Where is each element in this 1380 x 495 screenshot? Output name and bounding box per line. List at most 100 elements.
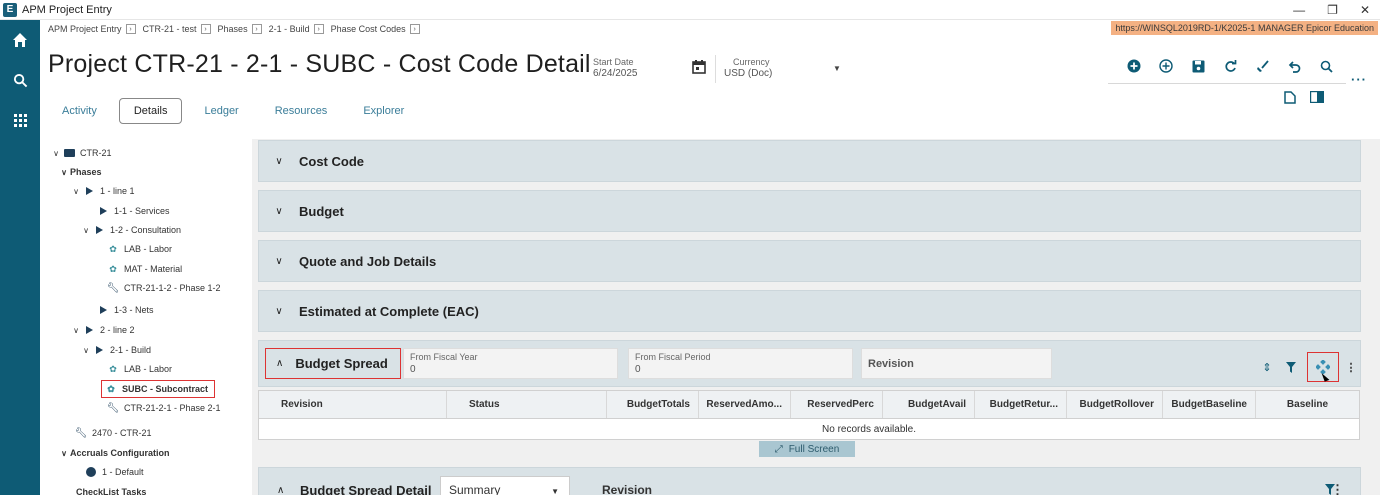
save-icon[interactable] <box>1182 56 1214 76</box>
section-title: Quote and Job Details <box>299 253 437 269</box>
calendar-icon[interactable] <box>692 60 706 77</box>
tab-ledger[interactable]: Ledger <box>190 98 252 124</box>
cost-code-icon: ✿ <box>109 243 117 254</box>
column-header[interactable]: BudgetTotals <box>607 391 699 418</box>
column-header[interactable]: ReservedAmo... <box>699 391 791 418</box>
grid-header: Revision Status BudgetTotals ReservedAmo… <box>259 391 1359 419</box>
minimize-icon[interactable]: — <box>1293 3 1305 17</box>
breadcrumb-item[interactable]: CTR-21 - test › <box>143 24 211 34</box>
chevron-down-icon[interactable]: ∨ <box>58 168 70 177</box>
chevron-up-icon[interactable]: ∧ <box>276 358 283 369</box>
search-icon[interactable] <box>0 60 40 100</box>
tab-details[interactable]: Details <box>118 98 183 124</box>
undo-icon[interactable] <box>1278 56 1310 76</box>
view-select[interactable]: Summary ▼ <box>440 476 570 495</box>
breadcrumb-item[interactable]: 2-1 - Build › <box>269 24 324 34</box>
from-fiscal-period-field[interactable]: From Fiscal Period 0 <box>628 348 853 379</box>
toolbar-divider <box>1108 83 1346 84</box>
restore-icon[interactable]: ❐ <box>1327 3 1338 17</box>
column-header[interactable]: BudgetAvail <box>883 391 975 418</box>
chevron-down-icon[interactable]: ∨ <box>259 256 299 267</box>
budget-spread-header[interactable]: ∧ Budget Spread <box>265 348 401 379</box>
server-info-badge: https://WINSQL2019RD-1/K2025-1 MANAGER E… <box>1111 21 1378 35</box>
refresh-icon[interactable] <box>1214 56 1246 76</box>
full-screen-button[interactable]: ⤢ Full Screen <box>759 441 855 457</box>
tab-resources[interactable]: Resources <box>261 98 342 124</box>
home-icon[interactable] <box>0 20 40 60</box>
more-options-icon[interactable]: ··· <box>1351 72 1367 87</box>
chevron-down-icon[interactable]: ▼ <box>833 64 841 73</box>
tree-node[interactable]: ∨ 2 - line 2 <box>70 321 134 339</box>
tree-node[interactable]: ∨ CTR-21 <box>50 144 111 162</box>
tree-node[interactable]: ∨ 1 - line 1 <box>70 182 134 200</box>
cost-code-icon: ✿ <box>107 383 115 394</box>
revision-field[interactable]: Revision <box>861 348 1052 379</box>
more-vertical-icon[interactable]: ⋮ <box>1331 482 1344 495</box>
column-header[interactable]: ReservedPerc <box>791 391 883 418</box>
section-quote-job-details[interactable]: ∨ Quote and Job Details <box>258 240 1361 282</box>
tab-explorer[interactable]: Explorer <box>349 98 418 124</box>
column-header[interactable]: BudgetRollover <box>1067 391 1163 418</box>
tab-activity[interactable]: Activity <box>48 98 111 124</box>
view-select-value: Summary <box>449 483 501 495</box>
clear-brush-icon[interactable] <box>1246 56 1278 76</box>
tree-node[interactable]: ∨ Phases <box>58 163 101 181</box>
breadcrumb-item[interactable]: APM Project Entry › <box>48 24 136 34</box>
default-config-icon <box>84 466 98 478</box>
tree-node[interactable]: ∨ Accruals Configuration <box>58 444 169 462</box>
chevron-down-icon[interactable]: ∨ <box>259 156 299 167</box>
filter-icon[interactable] <box>1279 355 1303 379</box>
column-header[interactable]: BudgetBaseline <box>1163 391 1256 418</box>
phase-icon <box>96 304 110 316</box>
tree-label: 1 - Default <box>102 467 144 477</box>
close-icon[interactable]: ✕ <box>1360 3 1370 17</box>
section-title: Budget Spread <box>295 356 388 371</box>
tree-node[interactable]: 🔧︎ CTR-21-1-2 - Phase 1-2 <box>106 279 221 297</box>
tree-node[interactable]: ∨ 1-2 - Consultation <box>80 221 181 239</box>
tree-node[interactable]: 1-1 - Services <box>96 202 170 220</box>
chevron-up-icon[interactable]: ∧ <box>277 485 284 495</box>
from-fiscal-year-field[interactable]: From Fiscal Year 0 <box>403 348 618 379</box>
chevron-right-icon: › <box>409 24 420 34</box>
column-header[interactable]: Status <box>447 391 607 418</box>
tree-node[interactable]: 1 - Default <box>84 463 144 481</box>
chevron-down-icon[interactable]: ∨ <box>58 449 70 458</box>
start-date-field[interactable]: Start Date 6/24/2025 <box>593 57 638 79</box>
chevron-down-icon[interactable]: ∨ <box>50 149 62 158</box>
tree-node[interactable]: ✿ LAB - Labor <box>106 360 172 378</box>
currency-field[interactable]: Currency USD (Doc) <box>724 57 772 79</box>
column-header[interactable]: BudgetRetur... <box>975 391 1067 418</box>
chevron-down-icon[interactable]: ∨ <box>70 187 82 196</box>
chevron-down-icon: ▼ <box>551 487 559 495</box>
column-header[interactable]: Revision <box>259 391 447 418</box>
search-icon[interactable] <box>1310 56 1342 76</box>
project-tree: ∨ CTR-21 ∨ Phases ∨ 1 - line 1 1-1 - Servic… <box>40 139 252 495</box>
chevron-down-icon[interactable]: ∨ <box>80 226 92 235</box>
section-budget[interactable]: ∨ Budget <box>258 190 1361 232</box>
chevron-down-icon[interactable]: ∨ <box>80 346 92 355</box>
side-panel-icon[interactable] <box>1309 90 1325 107</box>
column-header[interactable]: Baseline <box>1256 391 1359 418</box>
more-vertical-icon[interactable]: ⋮ <box>1339 355 1363 379</box>
tree-node[interactable]: 🔧︎ 2470 - CTR-21 <box>74 424 152 442</box>
tree-node[interactable]: ∨ 2-1 - Build <box>80 341 151 359</box>
breadcrumb-item[interactable]: Phase Cost Codes › <box>331 24 420 34</box>
apps-grid-icon[interactable] <box>0 100 40 140</box>
from-fiscal-year-value: 0 <box>410 364 416 375</box>
chevron-down-icon[interactable]: ∨ <box>259 306 299 317</box>
chevron-down-icon[interactable]: ∨ <box>70 326 82 335</box>
tree-node[interactable]: CheckList Tasks <box>76 483 146 495</box>
chevron-down-icon[interactable]: ∨ <box>259 206 299 217</box>
tree-node[interactable]: ✿ MAT - Material <box>106 260 182 278</box>
add-outline-icon[interactable] <box>1150 56 1182 76</box>
tree-node-selected[interactable]: ✿ SUBC - Subcontract <box>101 380 216 398</box>
sort-icon[interactable]: ⇕ <box>1255 355 1279 379</box>
new-page-icon[interactable] <box>1284 91 1296 107</box>
section-cost-code[interactable]: ∨ Cost Code <box>258 140 1361 182</box>
tree-node[interactable]: 🔧︎ CTR-21-2-1 - Phase 2-1 <box>106 399 221 417</box>
add-new-icon[interactable] <box>1118 56 1150 76</box>
section-eac[interactable]: ∨ Estimated at Complete (EAC) <box>258 290 1361 332</box>
tree-node[interactable]: 1-3 - Nets <box>96 301 154 319</box>
tree-node[interactable]: ✿ LAB - Labor <box>106 240 172 258</box>
breadcrumb-item[interactable]: Phases › <box>218 24 262 34</box>
